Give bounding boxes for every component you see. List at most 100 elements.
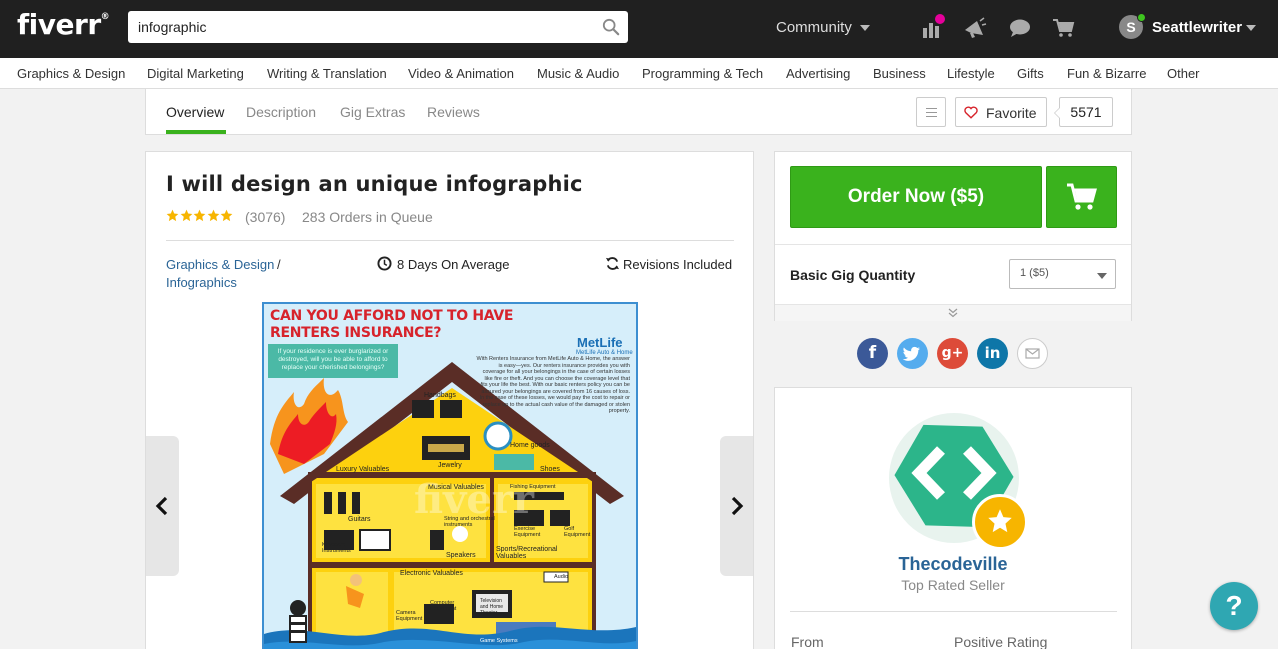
label-audio: Audio (554, 574, 569, 580)
gig-quantity-select[interactable]: 1 ($5) (1009, 259, 1116, 289)
gig-image-infographic[interactable]: CAN YOU AFFORD NOT TO HAVE RENTERS INSUR… (262, 302, 638, 649)
breadcrumb-category-link[interactable]: Graphics & Design (166, 257, 274, 272)
category-fun-bizarre[interactable]: Fun & Bizarre (1067, 66, 1146, 81)
divider (166, 240, 734, 241)
review-count[interactable]: (3076) (245, 209, 285, 225)
fiverr-logo[interactable]: fiverr® (17, 8, 110, 41)
search-box (128, 11, 628, 43)
orders-in-queue: 283 Orders in Queue (302, 209, 433, 225)
label-shoes: Shoes (540, 466, 560, 473)
category-other[interactable]: Other (1167, 66, 1200, 81)
label-television: Television and Home Theater (480, 598, 504, 616)
gig-title: I will design an unique infographic (166, 172, 583, 196)
community-label: Community (776, 19, 852, 36)
seller-card: Thecodeville Top Rated Seller From Posit… (774, 387, 1132, 649)
divider (775, 244, 1131, 245)
category-programming-tech[interactable]: Programming & Tech (642, 66, 763, 81)
cart-icon (1067, 183, 1097, 210)
category-graphics-design[interactable]: Graphics & Design (17, 66, 125, 81)
infographic-headline: CAN YOU AFFORD NOT TO HAVE RENTERS INSUR… (270, 308, 514, 341)
tab-overview[interactable]: Overview (166, 104, 224, 120)
tab-description[interactable]: Description (246, 104, 316, 120)
favorite-label: Favorite (986, 105, 1037, 121)
top-rated-badge (972, 494, 1028, 550)
category-lifestyle[interactable]: Lifestyle (947, 66, 995, 81)
search-input[interactable] (128, 11, 588, 43)
category-video-animation[interactable]: Video & Animation (408, 66, 514, 81)
user-avatar[interactable]: S (1119, 13, 1146, 39)
user-menu-chevron-icon[interactable] (1246, 25, 1256, 31)
label-speakers: Speakers (446, 552, 476, 559)
username[interactable]: Seattlewriter (1152, 19, 1242, 36)
star-icon (166, 209, 179, 222)
heart-icon (964, 106, 978, 119)
category-advertising[interactable]: Advertising (786, 66, 850, 81)
share-email-button[interactable] (1017, 338, 1048, 369)
breadcrumb-separator: / (277, 257, 281, 272)
gallery-prev-button[interactable] (146, 436, 179, 576)
share-twitter-button[interactable] (897, 338, 928, 369)
star-icon (193, 209, 206, 222)
order-now-button[interactable]: Order Now ($5) (790, 166, 1042, 228)
search-icon[interactable] (602, 18, 620, 36)
seller-level: Top Rated Seller (901, 577, 1005, 593)
rating-stars (166, 209, 234, 227)
category-business[interactable]: Business (873, 66, 926, 81)
chevron-down-icon (1097, 273, 1107, 279)
twitter-icon (902, 346, 920, 361)
notification-dot (935, 14, 945, 24)
category-music-audio[interactable]: Music & Audio (537, 66, 619, 81)
star-icon (220, 209, 233, 222)
expand-order-options[interactable] (775, 304, 1131, 321)
category-gifts[interactable]: Gifts (1017, 66, 1044, 81)
tab-gig-extras[interactable]: Gig Extras (340, 104, 405, 120)
share-google-plus-button[interactable]: g+ (937, 338, 968, 369)
favorite-count: 5571 (1054, 97, 1113, 127)
megaphone-icon[interactable] (963, 16, 987, 40)
metlife-logo: MetLife (577, 335, 623, 350)
share-facebook-button[interactable]: f (857, 338, 888, 369)
infographic-question-box: If your residence is ever burglarized or… (268, 344, 398, 378)
menu-icon (926, 108, 937, 109)
add-to-cart-button[interactable] (1046, 166, 1117, 228)
star-icon (207, 209, 219, 222)
gallery-next-button[interactable] (720, 436, 753, 576)
clock-icon (377, 256, 392, 271)
label-keyboard-instruments: Keyboard Instruments (322, 542, 351, 554)
collections-menu-button[interactable] (916, 97, 946, 127)
cart-icon[interactable] (1052, 16, 1076, 40)
double-chevron-down-icon (948, 308, 958, 318)
refresh-icon (605, 257, 620, 270)
infographic-body-text: With Renters Insurance from MetLife Auto… (476, 356, 630, 414)
label-game-systems: Game Systems (480, 638, 518, 644)
fiverr-watermark: fiverr (414, 476, 534, 523)
chat-icon[interactable] (1008, 16, 1032, 40)
facebook-icon: f (868, 343, 877, 363)
category-writing-translation[interactable]: Writing & Translation (267, 66, 387, 81)
online-status-dot (1137, 13, 1146, 22)
breadcrumb-subcategory-link[interactable]: Infographics (166, 275, 237, 290)
community-menu[interactable]: Community (776, 19, 870, 36)
category-digital-marketing[interactable]: Digital Marketing (147, 66, 244, 81)
label-electronic-valuables: Electronic Valuables (400, 570, 463, 577)
divider (790, 611, 1117, 612)
gig-quantity-label: Basic Gig Quantity (790, 267, 916, 283)
active-tab-indicator (166, 130, 226, 134)
gig-tabs: Overview Description Gig Extras Reviews … (145, 89, 1132, 135)
label-computer-equipment: Computer Equipment (430, 600, 457, 612)
label-sports-valuables: Sports/Recreational Valuables (496, 546, 558, 560)
seller-name-link[interactable]: Thecodeville (775, 554, 1131, 575)
star-icon (180, 209, 192, 222)
share-linkedin-button[interactable]: in (977, 338, 1008, 369)
star-icon (988, 509, 1012, 533)
tab-reviews[interactable]: Reviews (427, 104, 480, 120)
label-luxury-valuables: Luxury Valuables (336, 466, 390, 473)
chevron-down-icon (859, 25, 870, 32)
envelope-icon (1025, 348, 1040, 359)
seller-positive-rating-label: Positive Rating (954, 634, 1048, 649)
favorite-button[interactable]: Favorite (955, 97, 1047, 127)
help-button[interactable]: ? (1210, 582, 1258, 630)
label-golf-equipment: Golf Equipment (564, 526, 591, 538)
gig-main-card: I will design an unique infographic (307… (145, 151, 754, 649)
label-jewelry: Jewelry (438, 462, 462, 469)
